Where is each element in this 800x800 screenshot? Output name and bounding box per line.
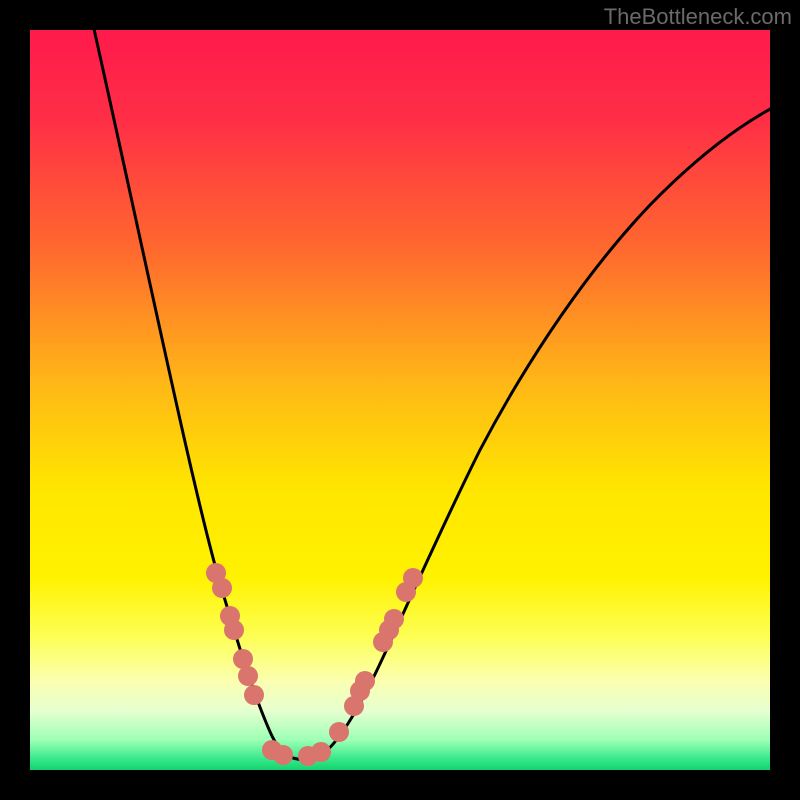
data-marker xyxy=(224,620,244,640)
watermark-text: TheBottleneck.com xyxy=(604,4,792,30)
data-marker xyxy=(273,745,293,765)
data-marker xyxy=(212,578,232,598)
data-marker xyxy=(355,671,375,691)
chart-svg xyxy=(30,30,770,770)
data-marker xyxy=(329,722,349,742)
data-marker xyxy=(403,568,423,588)
data-marker xyxy=(233,649,253,669)
data-marker xyxy=(238,666,258,686)
data-marker xyxy=(244,685,264,705)
chart-frame xyxy=(30,30,770,770)
data-marker xyxy=(311,742,331,762)
gradient-background xyxy=(30,30,770,770)
data-marker xyxy=(384,609,404,629)
